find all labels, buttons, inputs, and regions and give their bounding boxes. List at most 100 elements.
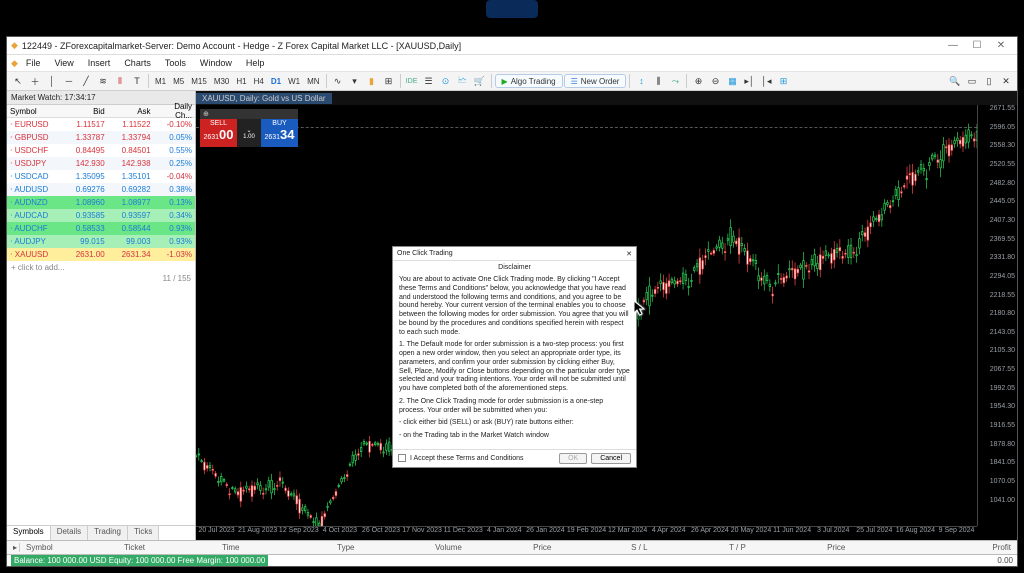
col-symbol[interactable]: Symbol bbox=[7, 107, 62, 116]
mw-tab-symbols[interactable]: Symbols bbox=[7, 526, 51, 540]
col-volume[interactable]: Volume bbox=[429, 543, 527, 552]
menu-view[interactable]: View bbox=[48, 57, 79, 69]
chart-tab-xauusd[interactable]: XAUUSD, Daily: Gold vs US Dollar bbox=[196, 93, 332, 104]
col-price[interactable]: Price bbox=[527, 543, 625, 552]
layout1-icon[interactable]: ▭ bbox=[964, 73, 980, 89]
autoscroll-icon[interactable]: ⤳ bbox=[667, 73, 683, 89]
mw-row-usdcad[interactable]: ⋅ USDCAD1.350951.35101-0.04% bbox=[7, 170, 195, 183]
one-click-trading-dialog: One Click Trading ✕ Disclaimer You are a… bbox=[392, 246, 637, 468]
market-icon[interactable]: 🛒 bbox=[472, 73, 488, 89]
indicators-icon[interactable]: ⊞ bbox=[775, 73, 791, 89]
mw-row-gbpusd[interactable]: ⋅ GBPUSD1.337871.337940.05% bbox=[7, 131, 195, 144]
crosshair-icon[interactable]: ＋ bbox=[27, 73, 43, 89]
signals-icon[interactable]: 🗠 bbox=[455, 73, 471, 89]
tf-m1[interactable]: M1 bbox=[152, 77, 169, 86]
zoom-icon[interactable]: ∿ bbox=[330, 73, 346, 89]
mw-row-audchf[interactable]: ⋅ AUDCHF0.585330.585440.93% bbox=[7, 222, 195, 235]
mw-tab-trading[interactable]: Trading bbox=[88, 526, 128, 540]
grid-expand-icon[interactable]: ▸ bbox=[7, 543, 20, 552]
text-icon[interactable]: T bbox=[129, 73, 145, 89]
tf-h4[interactable]: H4 bbox=[251, 77, 267, 86]
oc-lot-input[interactable]: ⌄ 1.00 bbox=[237, 119, 261, 147]
strategy-icon[interactable]: ☰ bbox=[421, 73, 437, 89]
mw-row-audjpy[interactable]: ⋅ AUDJPY99.01599.0030.93% bbox=[7, 235, 195, 248]
menu-charts[interactable]: Charts bbox=[118, 57, 157, 69]
tf-d1[interactable]: D1 bbox=[268, 77, 284, 86]
scroll-end-icon[interactable]: │◂ bbox=[758, 73, 774, 89]
minimize-button[interactable]: — bbox=[941, 37, 965, 55]
dialog-close-icon[interactable]: ✕ bbox=[626, 250, 632, 258]
layout2-icon[interactable]: ▯ bbox=[981, 73, 997, 89]
menu-file[interactable]: File bbox=[20, 57, 47, 69]
col-change[interactable]: Daily Ch... bbox=[154, 102, 195, 120]
cursor-icon[interactable]: ↖ bbox=[10, 73, 26, 89]
zoom-out-icon[interactable]: ⊖ bbox=[707, 73, 723, 89]
mw-row-audusd[interactable]: ⋅ AUDUSD0.692760.692820.38% bbox=[7, 183, 195, 196]
shift-icon[interactable]: ▸│ bbox=[741, 73, 757, 89]
mw-add-symbol[interactable]: + click to add... bbox=[7, 261, 195, 274]
tf-w1[interactable]: W1 bbox=[285, 77, 303, 86]
candles-icon[interactable]: ▮ bbox=[364, 73, 380, 89]
channel-icon[interactable]: ≋ bbox=[95, 73, 111, 89]
close-sub-icon[interactable]: ✕ bbox=[998, 73, 1014, 89]
dialog-para-2: 1. The Default mode for order submission… bbox=[399, 341, 630, 394]
mw-row-audcad[interactable]: ⋅ AUDCAD0.935850.935970.34% bbox=[7, 209, 195, 222]
ide-icon[interactable]: IDE bbox=[404, 73, 420, 89]
mw-row-eurusd[interactable]: ⋅ EURUSD1.115171.11522-0.10% bbox=[7, 118, 195, 131]
col-sl[interactable]: S / L bbox=[625, 543, 723, 552]
oc-sell-button[interactable]: SELL 263100 bbox=[200, 119, 237, 147]
maximize-button[interactable]: ☐ bbox=[965, 37, 989, 55]
tf-m5[interactable]: M5 bbox=[170, 77, 187, 86]
oc-expand-icon[interactable]: ⊕ bbox=[200, 109, 298, 119]
app-icon: ◆ bbox=[11, 40, 18, 51]
menu-help[interactable]: Help bbox=[240, 57, 271, 69]
tf-mn[interactable]: MN bbox=[304, 77, 322, 86]
depth-icon[interactable]: ↕ bbox=[633, 73, 649, 89]
zoom-in-icon[interactable]: ⊕ bbox=[690, 73, 706, 89]
mw-header-row: Symbol Bid Ask Daily Ch... bbox=[7, 105, 195, 118]
mw-tab-details[interactable]: Details bbox=[51, 526, 88, 540]
hline-icon[interactable]: ─ bbox=[61, 73, 77, 89]
chart-bars-icon[interactable]: ⫼ bbox=[650, 73, 666, 89]
mw-row-xauusd[interactable]: ⋅ XAUUSD2631.002631.34-1.03% bbox=[7, 248, 195, 261]
menu-window[interactable]: Window bbox=[194, 57, 238, 69]
col-time[interactable]: Time bbox=[216, 543, 331, 552]
vline-icon[interactable]: │ bbox=[44, 73, 60, 89]
dialog-title: One Click Trading bbox=[397, 250, 453, 257]
cancel-button[interactable]: Cancel bbox=[591, 453, 631, 464]
mw-row-usdchf[interactable]: ⋅ USDCHF0.844950.845010.55% bbox=[7, 144, 195, 157]
col-type[interactable]: Type bbox=[331, 543, 429, 552]
tf-h1[interactable]: H1 bbox=[233, 77, 249, 86]
line-icon[interactable]: ⊞ bbox=[381, 73, 397, 89]
accept-label: I Accept these Terms and Conditions bbox=[410, 455, 524, 462]
col-price2[interactable]: Price bbox=[821, 543, 919, 552]
tf-m15[interactable]: M15 bbox=[188, 77, 210, 86]
col-symbol[interactable]: Symbol bbox=[20, 543, 118, 552]
col-profit[interactable]: Profit bbox=[919, 543, 1017, 552]
trendline-icon[interactable]: ╱ bbox=[78, 73, 94, 89]
toolbar: ↖ ＋ │ ─ ╱ ≋ ⦀ T M1 M5 M15 M30 H1 H4 D1 W… bbox=[7, 71, 1017, 91]
menu-tools[interactable]: Tools bbox=[159, 57, 192, 69]
tf-m30[interactable]: M30 bbox=[211, 77, 233, 86]
col-bid[interactable]: Bid bbox=[62, 107, 108, 116]
col-tp[interactable]: T / P bbox=[723, 543, 821, 552]
bars-icon[interactable]: ▾ bbox=[347, 73, 363, 89]
col-ask[interactable]: Ask bbox=[108, 107, 154, 116]
fibo-icon[interactable]: ⦀ bbox=[112, 73, 128, 89]
mw-row-usdjpy[interactable]: ⋅ USDJPY142.930142.9380.25% bbox=[7, 157, 195, 170]
new-order-button[interactable]: ☰New Order bbox=[564, 74, 627, 88]
accept-checkbox[interactable] bbox=[398, 454, 406, 462]
search-icon[interactable]: 🔍 bbox=[947, 73, 963, 89]
app-icon-small: ◆ bbox=[11, 58, 18, 69]
mw-tab-ticks[interactable]: Ticks bbox=[128, 526, 159, 540]
ok-button[interactable]: OK bbox=[559, 453, 587, 464]
dialog-para-3b: - on the Trading tab in the Market Watch… bbox=[399, 432, 630, 441]
algo-trading-button[interactable]: ▶Algo Trading bbox=[495, 74, 563, 88]
vps-icon[interactable]: ⊙ bbox=[438, 73, 454, 89]
grid-icon[interactable]: ▦ bbox=[724, 73, 740, 89]
mw-row-audnzd[interactable]: ⋅ AUDNZD1.089601.089770.13% bbox=[7, 196, 195, 209]
oc-buy-button[interactable]: BUY 263134 bbox=[261, 119, 298, 147]
menu-insert[interactable]: Insert bbox=[82, 57, 117, 69]
col-ticket[interactable]: Ticket bbox=[118, 543, 216, 552]
close-button[interactable]: ✕ bbox=[989, 37, 1013, 55]
